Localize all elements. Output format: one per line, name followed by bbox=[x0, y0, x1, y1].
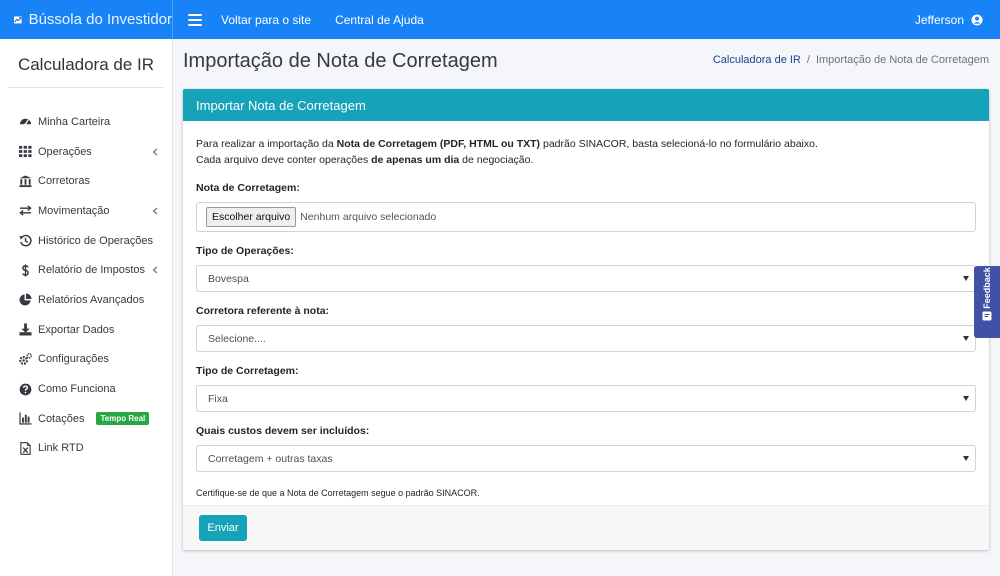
sidebar-item-relatorios-avancados[interactable]: Relatórios Avançados bbox=[0, 285, 172, 315]
tipo-corretagem-select[interactable]: Fixa bbox=[196, 385, 976, 412]
nav-link-site[interactable]: Voltar para o site bbox=[221, 13, 311, 27]
menu-toggle-icon[interactable] bbox=[188, 13, 202, 26]
card-footer: Enviar bbox=[183, 505, 989, 550]
file-status: Nenhum arquivo selecionado bbox=[300, 211, 437, 223]
caret-down-icon bbox=[963, 276, 969, 281]
excel-file-icon bbox=[19, 441, 31, 455]
caret-down-icon bbox=[963, 336, 969, 341]
page-title: Importação de Nota de Corretagem bbox=[183, 50, 498, 72]
sidebar-item-link-rtd[interactable]: Link RTD bbox=[0, 434, 172, 464]
sidebar-item-exportar-dados[interactable]: Exportar Dados bbox=[0, 315, 172, 345]
custos-select[interactable]: Corretagem + outras taxas bbox=[196, 445, 976, 472]
caret-down-icon bbox=[963, 396, 969, 401]
intro-text: Para realizar a importação da Nota de Co… bbox=[196, 138, 818, 166]
corretora-label: Corretora referente à nota: bbox=[196, 305, 330, 317]
chart-line-logo-icon bbox=[14, 16, 22, 23]
download-icon bbox=[18, 323, 32, 336]
import-card: Importar Nota de Corretagem Para realiza… bbox=[183, 89, 989, 550]
tipo-corretagem-label: Tipo de Corretagem: bbox=[196, 365, 299, 377]
brand[interactable]: Bússola do Investidor bbox=[0, 0, 173, 39]
sidebar-item-operacoes[interactable]: Operações bbox=[0, 137, 172, 167]
user-menu[interactable]: Jefferson bbox=[915, 13, 983, 27]
bar-chart-icon bbox=[18, 412, 32, 425]
caret-down-icon bbox=[963, 456, 969, 461]
breadcrumb-current: Importação de Nota de Corretagem bbox=[815, 54, 989, 66]
file-field-label: Nota de Corretagem: bbox=[196, 182, 300, 194]
top-navbar: Bússola do Investidor Voltar para o site… bbox=[0, 0, 1000, 39]
user-name: Jefferson bbox=[914, 12, 964, 27]
exchange-icon bbox=[18, 205, 32, 217]
sidebar-item-configuracoes[interactable]: Configurações bbox=[0, 345, 172, 375]
history-icon bbox=[18, 234, 32, 247]
chevron-left-icon bbox=[152, 266, 158, 274]
card-header: Importar Nota de Corretagem bbox=[183, 89, 989, 121]
submit-button[interactable]: Enviar bbox=[199, 515, 247, 541]
choose-file-button[interactable]: Escolher arquivo bbox=[206, 207, 297, 227]
feedback-icon bbox=[982, 311, 992, 321]
grid-icon bbox=[18, 145, 32, 158]
sidebar-item-como-funciona[interactable]: Como Funciona bbox=[0, 374, 172, 404]
breadcrumb: Calculadora de IR / Importação de Nota de … bbox=[712, 54, 989, 66]
brand-name: Bússola do Investidor bbox=[28, 11, 172, 28]
pie-chart-icon bbox=[18, 293, 32, 306]
sidebar-item-relatorio-impostos[interactable]: Relatório de Impostos bbox=[0, 255, 172, 285]
cogs-icon bbox=[18, 352, 32, 365]
chevron-left-icon bbox=[152, 148, 158, 155]
dashboard-icon bbox=[19, 119, 31, 126]
dollar-icon bbox=[21, 264, 29, 277]
chevron-left-icon bbox=[152, 207, 158, 215]
breadcrumb-link-home[interactable]: Calculadora de IR bbox=[713, 54, 801, 66]
sidebar-title: Calculadora de IR bbox=[8, 39, 164, 88]
sidebar-item-cotacoes[interactable]: Cotações Tempo Real bbox=[0, 404, 172, 434]
sidebar: Calculadora de IR Minha Carteira Operaçõ… bbox=[0, 39, 173, 576]
question-circle-icon bbox=[19, 383, 31, 395]
sidebar-item-minha-carteira[interactable]: Minha Carteira bbox=[0, 107, 172, 137]
sidebar-item-movimentacao[interactable]: Movimentação bbox=[0, 196, 172, 226]
tipo-operacoes-label: Tipo de Operações: bbox=[196, 245, 294, 257]
user-circle-icon bbox=[971, 14, 983, 25]
tipo-operacoes-select[interactable]: Bovespa bbox=[196, 265, 976, 292]
file-input[interactable]: Escolher arquivo Nenhum arquivo selecion… bbox=[196, 202, 976, 232]
sidebar-item-corretoras[interactable]: Corretoras bbox=[0, 166, 172, 196]
bank-icon bbox=[18, 175, 32, 187]
feedback-label: Feedback bbox=[982, 267, 992, 309]
feedback-tab[interactable]: Feedback bbox=[974, 266, 1000, 338]
realtime-badge: Tempo Real bbox=[96, 412, 150, 426]
nav-link-help[interactable]: Central de Ajuda bbox=[335, 13, 424, 27]
sinacor-note: Certifique-se de que a Nota de Corretage… bbox=[196, 488, 480, 498]
sidebar-item-historico[interactable]: Histórico de Operações bbox=[0, 226, 172, 256]
corretora-select[interactable]: Selecione.... bbox=[196, 325, 976, 352]
custos-label: Quais custos devem ser incluídos: bbox=[196, 425, 370, 437]
